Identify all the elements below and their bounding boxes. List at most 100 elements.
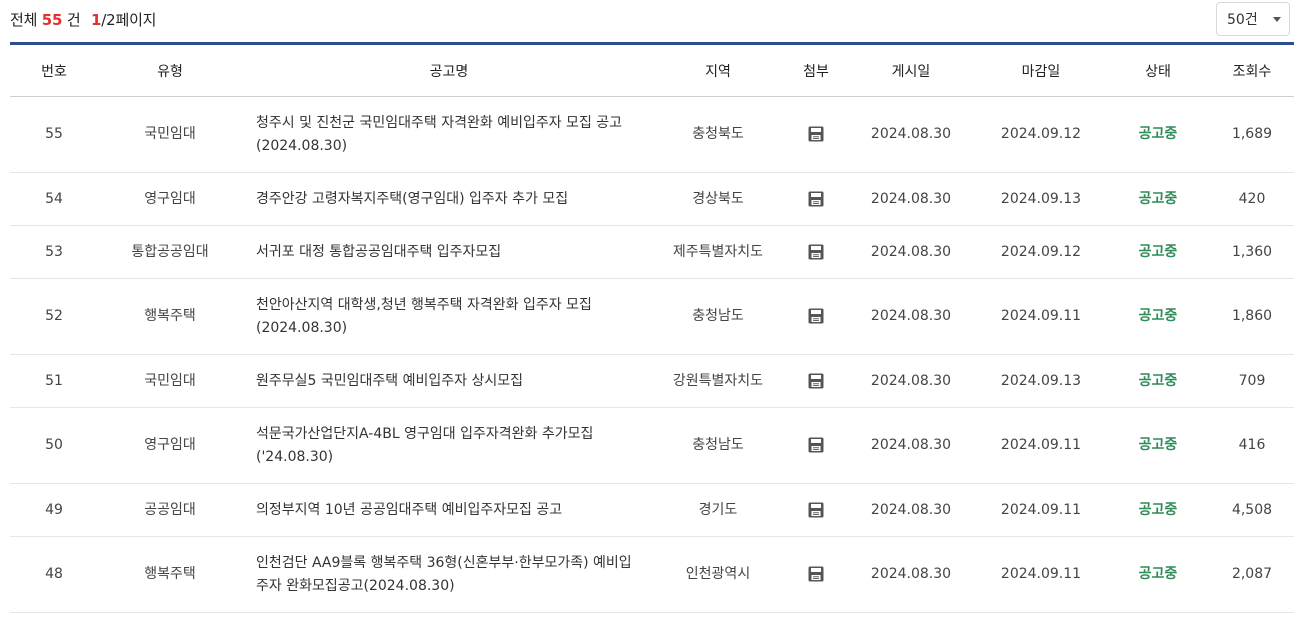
cell-views: 2,087 [1204, 536, 1294, 613]
col-header-number: 번호 [10, 42, 98, 97]
cell-views: 1,689 [1204, 96, 1294, 173]
cell-status: 공고중 [1112, 225, 1204, 279]
floppy-disk-icon[interactable] [808, 502, 824, 518]
cell-region: 경상북도 [656, 172, 780, 226]
cell-title: 석문국가산업단지A-4BL 영구임대 입주자격완화 추가모집 ('24.08.3… [242, 407, 656, 484]
cell-views: 1,360 [1204, 225, 1294, 279]
cell-title: 서귀포 대정 통합공공임대주택 입주자모집 [242, 225, 656, 279]
table-header-row: 번호 유형 공고명 지역 첨부 게시일 마감일 상태 조회수 [10, 42, 1294, 97]
table-row[interactable]: 49 공공임대 의정부지역 10년 공공임대주택 예비입주자모집 공고 경기도 … [10, 483, 1294, 537]
notice-title-link[interactable]: 석문국가산업단지A-4BL 영구임대 입주자격완화 추가모집 ('24.08.3… [256, 426, 593, 465]
table-row[interactable]: 54 영구임대 경주안강 고령자복지주택(영구임대) 입주자 추가 모집 경상북… [10, 172, 1294, 226]
page-total: /2페이지 [101, 10, 157, 29]
result-summary: 전체 55 건 1/2페이지 [10, 9, 156, 30]
cell-posted: 2024.08.30 [852, 407, 970, 484]
cell-views: 416 [1204, 407, 1294, 484]
cell-views: 420 [1204, 172, 1294, 226]
cell-type: 통합공공임대 [98, 225, 242, 279]
cell-attachment [780, 483, 852, 537]
floppy-disk-icon[interactable] [808, 244, 824, 260]
list-toolbar: 전체 55 건 1/2페이지 50건 [10, 0, 1290, 38]
cell-deadline: 2024.09.11 [970, 278, 1112, 355]
current-page: 1 [91, 10, 102, 29]
cell-posted: 2024.08.30 [852, 225, 970, 279]
per-page-value: 50건 [1227, 12, 1258, 28]
cell-attachment [780, 407, 852, 484]
cell-deadline: 2024.09.11 [970, 483, 1112, 537]
table-row[interactable]: 53 통합공공임대 서귀포 대정 통합공공임대주택 입주자모집 제주특별자치도 … [10, 225, 1294, 279]
cell-type: 영구임대 [98, 407, 242, 484]
cell-posted: 2024.08.30 [852, 354, 970, 408]
col-header-posted: 게시일 [852, 42, 970, 97]
cell-posted: 2024.08.30 [852, 172, 970, 226]
cell-region: 충청남도 [656, 407, 780, 484]
cell-region: 경기도 [656, 483, 780, 537]
cell-status: 공고중 [1112, 172, 1204, 226]
cell-region: 제주특별자치도 [656, 225, 780, 279]
cell-attachment [780, 225, 852, 279]
cell-number: 51 [10, 354, 98, 408]
table-row[interactable]: 52 행복주택 천안아산지역 대학생,청년 행복주택 자격완화 입주자 모집 (… [10, 278, 1294, 355]
cell-region: 강원특별자치도 [656, 354, 780, 408]
cell-number: 53 [10, 225, 98, 279]
cell-type: 공공임대 [98, 483, 242, 537]
notice-title-link[interactable]: 원주무실5 국민임대주택 예비입주자 상시모집 [256, 373, 523, 389]
col-header-title: 공고명 [242, 42, 656, 97]
table-row[interactable]: 50 영구임대 석문국가산업단지A-4BL 영구임대 입주자격완화 추가모집 (… [10, 407, 1294, 484]
cell-type: 국민임대 [98, 354, 242, 408]
table-row[interactable]: 55 국민임대 청주시 및 진천군 국민임대주택 자격완화 예비입주자 모집 공… [10, 96, 1294, 173]
floppy-disk-icon[interactable] [808, 566, 824, 582]
cell-region: 인천광역시 [656, 536, 780, 613]
floppy-disk-icon[interactable] [808, 126, 824, 142]
notice-title-link[interactable]: 천안아산지역 대학생,청년 행복주택 자격완화 입주자 모집 (2024.08.… [256, 297, 592, 336]
cell-attachment [780, 354, 852, 408]
cell-posted: 2024.08.30 [852, 536, 970, 613]
cell-deadline: 2024.09.12 [970, 225, 1112, 279]
floppy-disk-icon[interactable] [808, 373, 824, 389]
cell-number: 49 [10, 483, 98, 537]
cell-title: 원주무실5 국민임대주택 예비입주자 상시모집 [242, 354, 656, 408]
col-header-views: 조회수 [1204, 42, 1294, 97]
table-row[interactable]: 48 행복주택 인천검단 AA9블록 행복주택 36형(신혼부부·한부모가족) … [10, 536, 1294, 613]
cell-status: 공고중 [1112, 96, 1204, 173]
cell-title: 경주안강 고령자복지주택(영구임대) 입주자 추가 모집 [242, 172, 656, 226]
summary-prefix: 전체 [10, 10, 38, 29]
col-header-status: 상태 [1112, 42, 1204, 97]
notice-title-link[interactable]: 의정부지역 10년 공공임대주택 예비입주자모집 공고 [256, 502, 562, 518]
notice-title-link[interactable]: 인천검단 AA9블록 행복주택 36형(신혼부부·한부모가족) 예비입주자 완화… [256, 555, 632, 594]
cell-attachment [780, 96, 852, 173]
cell-number: 52 [10, 278, 98, 355]
per-page-select[interactable]: 50건 [1216, 2, 1290, 36]
cell-attachment [780, 278, 852, 355]
cell-posted: 2024.08.30 [852, 483, 970, 537]
cell-deadline: 2024.09.13 [970, 172, 1112, 226]
cell-deadline: 2024.09.11 [970, 536, 1112, 613]
cell-type: 영구임대 [98, 172, 242, 226]
col-header-attachment: 첨부 [780, 42, 852, 97]
cell-status: 공고중 [1112, 278, 1204, 355]
cell-status: 공고중 [1112, 354, 1204, 408]
cell-deadline: 2024.09.12 [970, 96, 1112, 173]
notice-title-link[interactable]: 청주시 및 진천군 국민임대주택 자격완화 예비입주자 모집 공고 (2024.… [256, 115, 622, 154]
cell-number: 55 [10, 96, 98, 173]
notice-title-link[interactable]: 서귀포 대정 통합공공임대주택 입주자모집 [256, 244, 501, 260]
cell-status: 공고중 [1112, 407, 1204, 484]
cell-status: 공고중 [1112, 536, 1204, 613]
cell-views: 4,508 [1204, 483, 1294, 537]
table-row[interactable]: 51 국민임대 원주무실5 국민임대주택 예비입주자 상시모집 강원특별자치도 … [10, 354, 1294, 408]
cell-deadline: 2024.09.11 [970, 407, 1112, 484]
notice-title-link[interactable]: 경주안강 고령자복지주택(영구임대) 입주자 추가 모집 [256, 191, 568, 207]
cell-views: 709 [1204, 354, 1294, 408]
cell-region: 충청북도 [656, 96, 780, 173]
cell-number: 48 [10, 536, 98, 613]
cell-status: 공고중 [1112, 483, 1204, 537]
cell-deadline: 2024.09.13 [970, 354, 1112, 408]
floppy-disk-icon[interactable] [808, 308, 824, 324]
cell-title: 천안아산지역 대학생,청년 행복주택 자격완화 입주자 모집 (2024.08.… [242, 278, 656, 355]
caret-down-icon [1273, 16, 1281, 22]
floppy-disk-icon[interactable] [808, 437, 824, 453]
cell-type: 국민임대 [98, 96, 242, 173]
cell-views: 1,860 [1204, 278, 1294, 355]
cell-attachment [780, 536, 852, 613]
floppy-disk-icon[interactable] [808, 191, 824, 207]
